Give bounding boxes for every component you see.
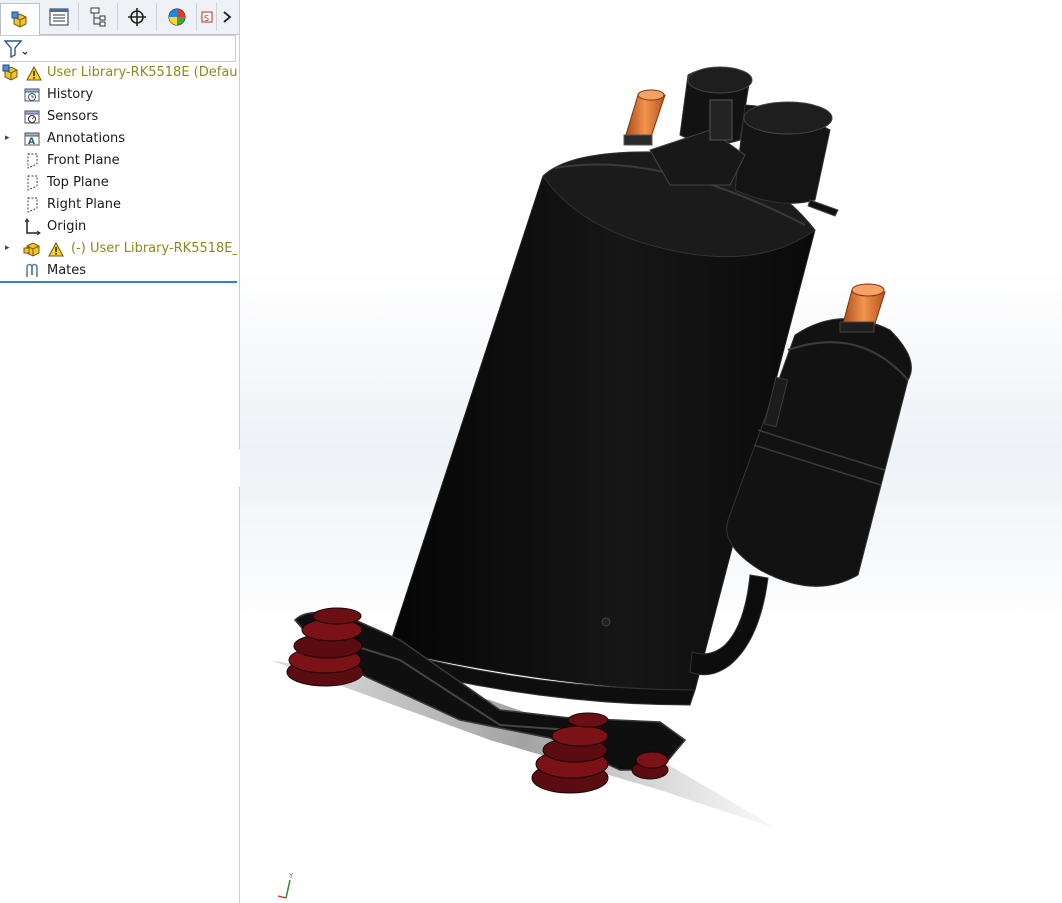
assembly-icon [2,64,20,82]
tab-dimxpertmanager[interactable] [118,3,157,31]
tree-item-top-plane[interactable]: Top Plane [0,172,237,194]
propertymanager-icon [49,8,69,26]
tab-configurationmanager[interactable] [79,3,118,31]
tree-item-label: Right Plane [47,197,122,212]
expand-arrow-icon[interactable]: ▸ [5,243,15,255]
graphics-viewport[interactable]: Y [240,0,1062,903]
tab-hidden-partial[interactable]: S [198,3,217,31]
mates-icon [23,262,41,280]
tab-propertymanager[interactable] [40,3,79,31]
warning-icon [25,64,43,82]
orientation-triad: Y [277,872,294,899]
tree-item-right-plane[interactable]: Right Plane [0,194,237,216]
plane-icon [23,174,41,192]
plane-icon [23,196,41,214]
tree-root-assembly[interactable]: User Library-RK5518E (Default) < [0,62,237,84]
warning-icon [47,240,65,258]
tree-item-label: (-) User Library-RK5518E_RK [71,241,237,256]
part-icon [23,240,41,258]
annotations-folder-icon: A [23,130,41,148]
configurationmanager-icon [90,7,106,27]
filter-icon[interactable] [4,39,28,59]
sensors-folder-icon [23,108,41,126]
tree-item-label: History [47,87,94,102]
tree-item-sensors[interactable]: Sensors [0,106,237,128]
tree-item-mates[interactable]: Mates [0,260,237,282]
tree-rollback-bar[interactable] [0,281,237,283]
tree-item-label: Mates [47,263,87,278]
tree-item-label: Annotations [47,131,126,146]
history-folder-icon [23,86,41,104]
tabs-scroll-right-button[interactable] [216,3,238,31]
origin-icon [23,218,41,236]
dimxpert-icon [128,8,146,26]
tree-item-label: Sensors [47,109,99,124]
tree-item-subassembly[interactable]: ▸ (-) User Library-RK5518E_RK [0,238,237,260]
svg-text:S: S [204,14,209,23]
manager-tabs: S [0,0,239,35]
chevron-right-icon [223,11,232,23]
feature-tree: User Library-RK5518E (Default) < History [0,62,237,282]
triad-y-label: Y [288,872,294,880]
tree-item-label: Origin [47,219,87,234]
rubber-foot [631,751,669,780]
tree-filter-bar[interactable] [0,35,236,62]
tree-item-front-plane[interactable]: Front Plane [0,150,237,172]
featuremanager-icon [11,11,27,28]
compressor-model[interactable]: Y [240,0,1062,903]
tree-item-history[interactable]: History [0,84,237,106]
svg-text:A: A [28,137,35,147]
tab-featuremanager[interactable] [0,3,40,35]
camview-icon: S [201,11,213,23]
tree-item-label: Front Plane [47,153,120,168]
featuremanager-panel: S User Library-RK5518E (Defau History Se… [0,0,240,903]
displaymanager-icon [168,8,186,26]
plane-icon [23,152,41,170]
tree-root-label: User Library-RK5518E (Default) < [47,65,237,80]
tree-item-label: Top Plane [47,175,109,190]
discharge-copper-pipe [623,89,666,146]
expand-arrow-icon[interactable]: ▸ [5,133,15,145]
tree-item-annotations[interactable]: ▸ A Annotations [0,128,237,150]
tab-displaymanager[interactable] [158,3,197,31]
tree-item-origin[interactable]: Origin [0,216,237,238]
